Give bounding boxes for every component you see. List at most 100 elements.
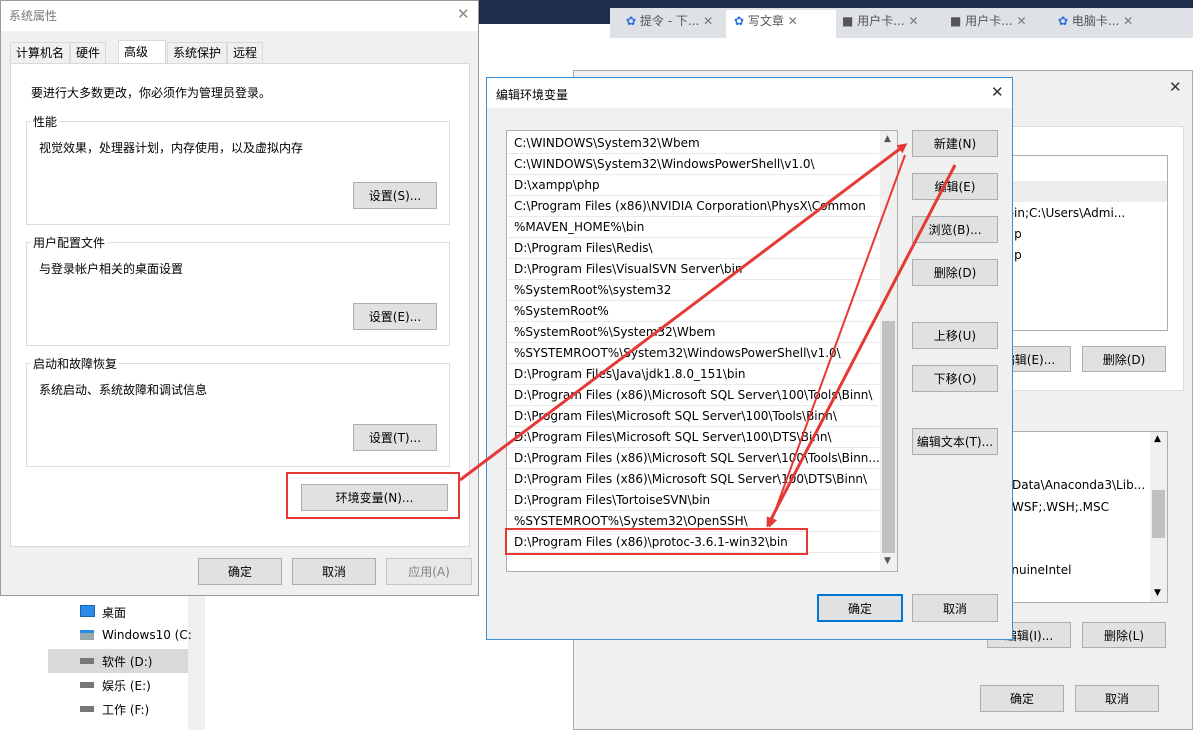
list-item[interactable]: D:\Program Files\TortoiseSVN\bin	[508, 490, 879, 511]
browser-tab-1[interactable]: ✿ 提令 - 下... ✕	[626, 12, 722, 38]
title-bar: 编辑环境变量 ✕	[487, 78, 1012, 108]
browser-tab-4[interactable]: ■ 用户卡... ✕	[950, 12, 1050, 38]
highlight-new-path-entry	[505, 528, 808, 555]
list-item[interactable]: D:\Program Files\Microsoft SQL Server\10…	[508, 406, 879, 427]
windows-drive-icon	[80, 630, 94, 640]
title-bar: 系统属性 ✕	[1, 1, 478, 31]
sys-vars-scrollbar[interactable]: ▲ ▼	[1150, 432, 1167, 602]
list-item[interactable]: D:\xampp\php	[508, 175, 879, 196]
new-button[interactable]: 新建(N)	[912, 130, 998, 157]
tab-close-icon[interactable]: ✕	[703, 14, 713, 28]
list-item[interactable]: %SystemRoot%\system32	[508, 280, 879, 301]
list-item[interactable]: D:\Program Files (x86)\Microsoft SQL Ser…	[508, 385, 879, 406]
tab-close-icon[interactable]: ✕	[1123, 14, 1133, 28]
tab-system-protection[interactable]: 系统保护	[167, 42, 228, 63]
sys-vars-list[interactable]: Data\Anaconda3\Lib... WSF;.WSH;.MSC enui…	[994, 431, 1168, 603]
explorer-item-f-drive[interactable]: 工作 (F:)	[48, 698, 188, 720]
explorer-item-desktop[interactable]: 桌面	[48, 601, 188, 623]
explorer-nav-pane: 桌面 Windows10 (C: 软件 (D:) 娱乐 (E:) 工作 (F:)	[0, 595, 205, 730]
cancel-button[interactable]: 取消	[912, 594, 998, 622]
scroll-down-icon[interactable]: ▼	[1154, 588, 1161, 598]
sys-var-value: enuineIntel	[1004, 563, 1072, 577]
list-item[interactable]: %MAVEN_HOME%\bin	[508, 217, 879, 238]
edit-button[interactable]: 编辑(E)	[912, 173, 998, 200]
performance-desc: 视觉效果，处理器计划，内存使用，以及虚拟内存	[39, 141, 304, 155]
edit-env-var-dialog: 编辑环境变量 ✕ C:\WINDOWS\System32\Wbem C:\WIN…	[486, 77, 1013, 640]
list-item[interactable]: D:\Program Files (x86)\Microsoft SQL Ser…	[508, 469, 879, 490]
tab-close-icon[interactable]: ✕	[908, 14, 918, 28]
sys-var-value: Data\Anaconda3\Lib...	[1012, 478, 1146, 492]
user-delete-button[interactable]: 删除(D)	[1082, 346, 1166, 372]
scroll-down-icon[interactable]: ▼	[884, 556, 891, 566]
close-icon[interactable]: ✕	[1169, 79, 1182, 95]
list-item[interactable]: C:\WINDOWS\System32\WindowsPowerShell\v1…	[508, 154, 879, 175]
list-item[interactable]: D:\Program Files (x86)\Microsoft SQL Ser…	[508, 448, 879, 469]
list-item[interactable]: %SystemRoot%	[508, 301, 879, 322]
list-item[interactable]: C:\Program Files (x86)\NVIDIA Corporatio…	[508, 196, 879, 217]
list-item[interactable]: %SystemRoot%\System32\Wbem	[508, 322, 879, 343]
tab-close-icon[interactable]: ✕	[788, 14, 798, 28]
move-up-button[interactable]: 上移(U)	[912, 322, 998, 349]
performance-settings-button[interactable]: 设置(S)...	[353, 182, 437, 209]
sys-delete-button[interactable]: 删除(L)	[1082, 622, 1166, 648]
explorer-scrollbar[interactable]	[188, 595, 205, 730]
startup-recovery-label: 启动和故障恢复	[31, 355, 120, 372]
scroll-thumb[interactable]	[1152, 490, 1165, 538]
tab-close-icon[interactable]: ✕	[1016, 14, 1026, 28]
list-item[interactable]: D:\Program Files\Java\jdk1.8.0_151\bin	[508, 364, 879, 385]
user-vars-list[interactable]: e\bin;C:\Users\Admi... emp emp	[994, 155, 1168, 331]
startup-recovery-group	[26, 363, 450, 467]
user-var-value: e\bin;C:\Users\Admi...	[995, 206, 1126, 220]
env-ok-button[interactable]: 确定	[980, 685, 1064, 712]
close-icon[interactable]: ✕	[991, 84, 1004, 100]
tab-favicon-icon: ✿	[734, 14, 745, 28]
path-list[interactable]: C:\WINDOWS\System32\Wbem C:\WINDOWS\Syst…	[506, 130, 898, 572]
ok-button[interactable]: 确定	[198, 558, 282, 585]
scroll-up-icon[interactable]: ▲	[1154, 434, 1161, 444]
drive-icon	[80, 706, 94, 712]
sys-var-value: WSF;.WSH;.MSC	[1012, 500, 1109, 514]
browser-tab-5[interactable]: ✿ 电脑卡... ✕	[1058, 12, 1178, 38]
list-item[interactable]: D:\Program Files\Microsoft SQL Server\10…	[508, 427, 879, 448]
explorer-item-d-drive[interactable]: 软件 (D:)	[48, 649, 188, 673]
dialog-title: 编辑环境变量	[496, 88, 569, 102]
tab-advanced[interactable]: 高级	[118, 40, 166, 64]
tab-favicon-icon: ✿	[1058, 14, 1069, 28]
drive-icon	[80, 682, 94, 688]
user-profile-label: 用户配置文件	[31, 234, 108, 251]
dialog-title: 系统属性	[9, 9, 58, 23]
browser-tab-2[interactable]: ✿ 写文章 ✕	[726, 10, 836, 38]
browse-button[interactable]: 浏览(B)...	[912, 216, 998, 243]
cancel-button[interactable]: 取消	[292, 558, 376, 585]
explorer-item-c-drive[interactable]: Windows10 (C:	[48, 625, 192, 647]
admin-note: 要进行大多数更改，你必须作为管理员登录。	[31, 86, 272, 100]
apply-button[interactable]: 应用(A)	[386, 558, 472, 585]
tab-favicon-icon: ■	[842, 14, 854, 28]
path-list-scrollbar[interactable]: ▲ ▼	[880, 131, 897, 571]
close-icon[interactable]: ✕	[457, 6, 470, 22]
startup-recovery-settings-button[interactable]: 设置(T)...	[353, 424, 437, 451]
explorer-item-e-drive[interactable]: 娱乐 (E:)	[48, 674, 188, 696]
tab-favicon-icon: ✿	[626, 14, 637, 28]
user-profile-desc: 与登录帐户相关的桌面设置	[39, 262, 184, 276]
scroll-up-icon[interactable]: ▲	[884, 134, 891, 144]
scroll-thumb[interactable]	[882, 321, 895, 553]
edit-text-button[interactable]: 编辑文本(T)...	[912, 428, 998, 455]
env-cancel-button[interactable]: 取消	[1075, 685, 1159, 712]
list-item[interactable]: C:\WINDOWS\System32\Wbem	[508, 133, 879, 154]
tab-remote[interactable]: 远程	[227, 42, 264, 63]
drive-icon	[80, 658, 94, 664]
list-item[interactable]: D:\Program Files\VisualSVN Server\bin	[508, 259, 879, 280]
ok-button[interactable]: 确定	[817, 594, 903, 622]
tab-hardware[interactable]: 硬件	[70, 42, 107, 63]
list-item[interactable]: %SYSTEMROOT%\System32\WindowsPowerShell\…	[508, 343, 879, 364]
desktop-icon	[80, 605, 95, 617]
highlight-environment-variables-button	[286, 472, 460, 519]
user-profile-settings-button[interactable]: 设置(E)...	[353, 303, 437, 330]
browser-tab-3[interactable]: ■ 用户卡... ✕	[842, 12, 942, 38]
move-down-button[interactable]: 下移(O)	[912, 365, 998, 392]
tab-computer-name[interactable]: 计算机名	[10, 42, 71, 63]
list-item[interactable]: D:\Program Files\Redis\	[508, 238, 879, 259]
performance-group	[26, 121, 450, 225]
delete-button[interactable]: 删除(D)	[912, 259, 998, 286]
